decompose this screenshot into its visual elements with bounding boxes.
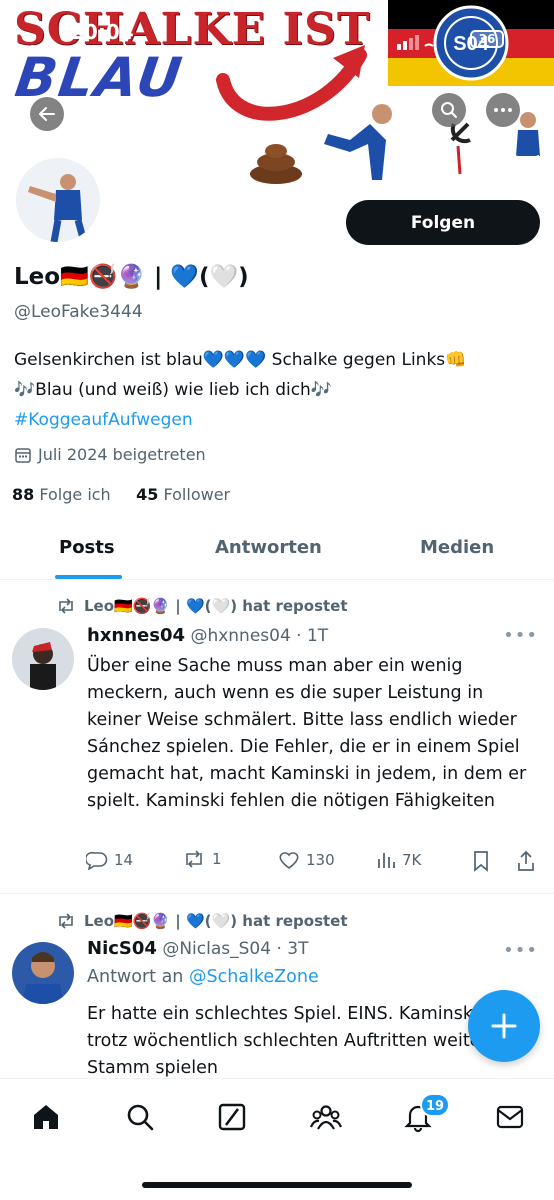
back-to-app-link[interactable]: ◂ Suchen <box>18 44 77 59</box>
avatar-player-image <box>16 158 100 242</box>
post-avatar[interactable] <box>12 942 74 1004</box>
like-action[interactable]: 130 <box>278 850 335 870</box>
back-button[interactable] <box>30 97 64 131</box>
post-text: Er hatte ein schlechtes Spiel. EINS. Kam… <box>87 1004 519 1078</box>
profile-tabs: Posts Antworten Medien <box>0 522 554 580</box>
poop-emoji-icon <box>250 144 302 184</box>
profile-avatar[interactable] <box>12 154 104 246</box>
active-tab-indicator <box>55 575 122 579</box>
bio-hashtag-link[interactable]: #KoggeaufAufwegen <box>14 405 539 435</box>
compose-post-button[interactable] <box>468 990 540 1062</box>
post-text: Über eine Sache muss man aber ein wenig … <box>87 656 527 811</box>
repost-count: 1 <box>212 850 222 868</box>
tab-media[interactable]: Medien <box>420 522 494 580</box>
share-icon <box>518 850 534 871</box>
post-actions: 14 1 130 7K <box>86 850 546 878</box>
post-avatar[interactable] <box>12 628 74 690</box>
repost-indicator: Leo🇩🇪🚭🔮 | 💙(🤍) hat repostet <box>56 597 348 615</box>
repost-icon <box>59 913 73 929</box>
post-divider <box>0 893 554 894</box>
profile-handle: @LeoFake3444 <box>14 302 143 322</box>
reply-count: 14 <box>114 851 134 869</box>
reply-to-prefix: Antwort an <box>87 967 184 987</box>
tab-posts[interactable]: Posts <box>59 522 115 580</box>
views-count: 7K <box>402 851 422 869</box>
follow-stats: 88 Folge ich 45 Follower <box>12 485 230 504</box>
home-icon[interactable] <box>30 1101 62 1133</box>
home-indicator[interactable] <box>142 1182 412 1188</box>
joined-date: Juli 2024 beigetreten <box>14 445 206 464</box>
communities-icon[interactable] <box>310 1101 342 1133</box>
views-action[interactable]: 7K <box>376 850 421 870</box>
bookmark-icon <box>474 851 488 872</box>
reply-action[interactable]: 14 <box>86 850 133 870</box>
avatar-image <box>12 942 74 1004</box>
repost-indicator: Leo🇩🇪🚭🔮 | 💙(🤍) hat repostet <box>56 912 348 930</box>
post-handle-time: @Niclas_S04 · 3T <box>162 939 309 959</box>
status-time: 20:04 <box>70 20 134 44</box>
search-icon[interactable] <box>124 1101 156 1133</box>
profile-bio: Gelsenkirchen ist blau💙💙💙 Schalke gegen … <box>14 345 539 435</box>
reply-to-target-link[interactable]: @SchalkeZone <box>189 967 319 987</box>
share-action[interactable] <box>516 850 536 872</box>
post-author[interactable]: hxnnes04 <box>87 625 185 646</box>
arrow-left-icon <box>39 107 55 121</box>
plus-icon <box>491 1013 517 1039</box>
calendar-icon <box>15 447 31 463</box>
search-icon <box>441 102 457 118</box>
joined-label: Juli 2024 beigetreten <box>38 445 206 464</box>
post-header: hxnnes04 @hxnnes04 · 1T <box>87 625 328 646</box>
notification-badge: 19 <box>420 1093 450 1117</box>
search-button[interactable] <box>432 93 466 127</box>
post-handle-time: @hxnnes04 · 1T <box>190 626 329 646</box>
repost-icon <box>59 598 73 614</box>
heart-icon <box>279 852 299 870</box>
bio-line: 🎶Blau (und weiß) wie lieb ich dich🎶 <box>14 380 332 400</box>
post-more-icon[interactable]: ••• <box>503 940 538 961</box>
more-options-button[interactable] <box>486 93 520 127</box>
following-link[interactable]: 88 Folge ich <box>12 485 111 504</box>
follow-button[interactable]: Folgen <box>346 200 540 245</box>
more-horizontal-icon <box>494 108 512 112</box>
reply-icon <box>86 851 108 870</box>
views-chart-icon <box>378 853 395 868</box>
hammer-sickle-icon <box>450 122 471 175</box>
post-more-icon[interactable]: ••• <box>503 625 538 646</box>
repost-label: Leo🇩🇪🚭🔮 | 💙(🤍) hat repostet <box>84 597 348 615</box>
bookmark-action[interactable] <box>472 850 490 872</box>
player-figure <box>324 104 392 184</box>
grok-icon[interactable] <box>216 1101 248 1133</box>
avatar-image <box>12 628 74 690</box>
followers-link[interactable]: 45 Follower <box>136 485 230 504</box>
post-author[interactable]: NicS04 <box>87 938 157 959</box>
tab-replies[interactable]: Antworten <box>215 522 322 580</box>
signal-icon <box>397 35 434 50</box>
post-header: NicS04 @Niclas_S04 · 3T <box>87 938 308 959</box>
profile-name: Leo🇩🇪🚭🔮 | 💙(🤍) <box>14 264 249 290</box>
messages-icon[interactable] <box>494 1101 526 1133</box>
reply-to-line: Antwort an @SchalkeZone <box>87 967 319 987</box>
repost-action[interactable]: 1 <box>182 850 222 868</box>
like-count: 130 <box>306 851 335 869</box>
status-bar: 20:04 36 <box>0 12 554 52</box>
bio-line: Gelsenkirchen ist blau💙💙💙 Schalke gegen … <box>14 350 467 370</box>
repost-label: Leo🇩🇪🚭🔮 | 💙(🤍) hat repostet <box>84 912 348 930</box>
repost-icon <box>186 850 202 868</box>
battery-indicator: 36 <box>470 30 504 48</box>
